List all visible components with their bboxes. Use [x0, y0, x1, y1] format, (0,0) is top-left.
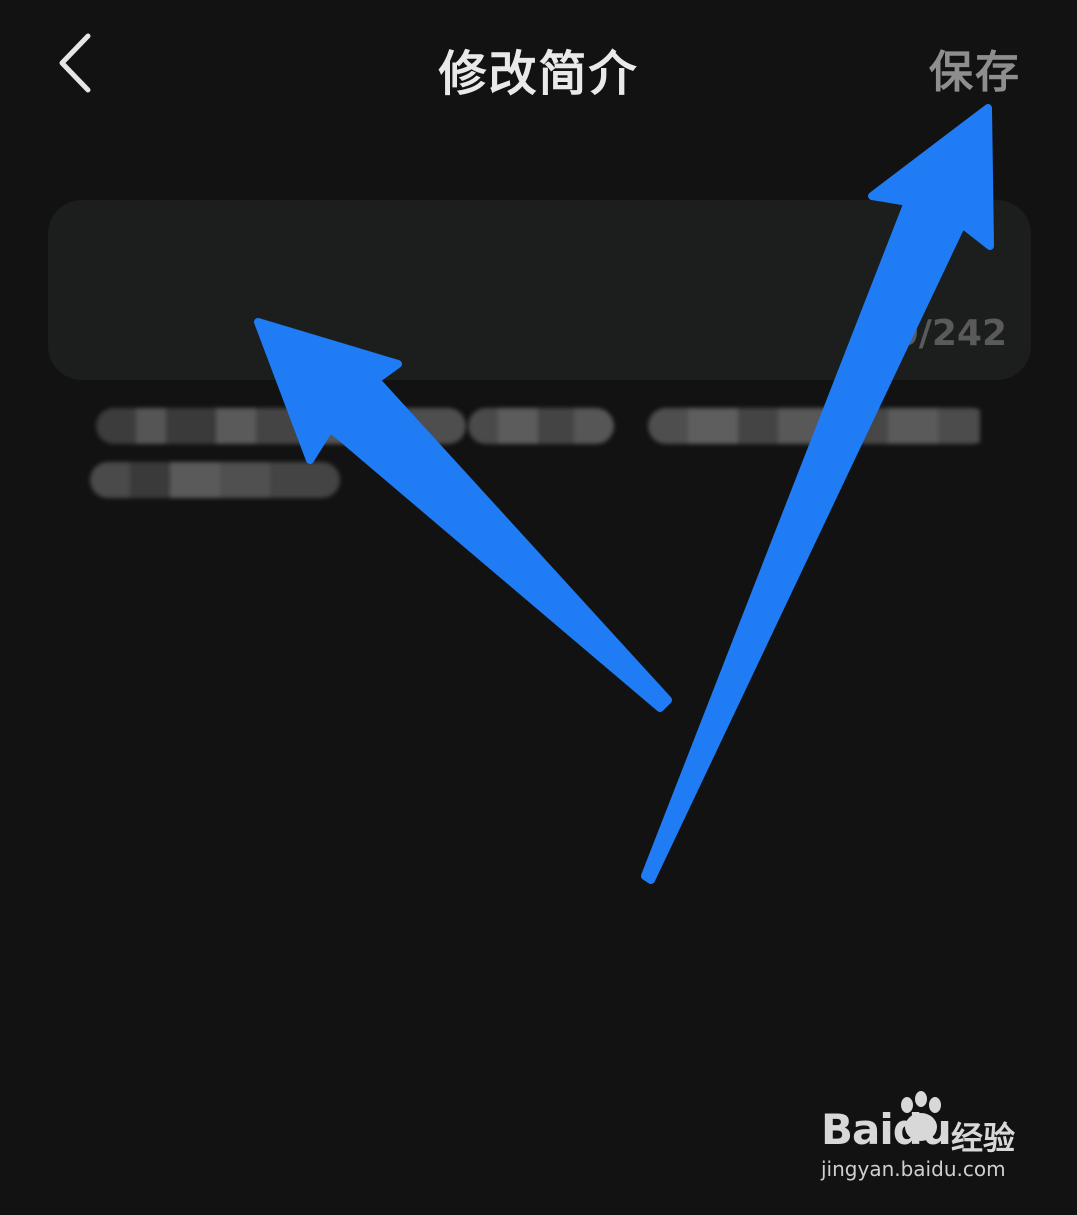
annotation-arrows [254, 104, 994, 884]
watermark-suffix: 经验 [951, 1119, 1016, 1157]
page-title: 修改简介 [438, 46, 639, 102]
blurred-text-segment [468, 408, 614, 444]
baidu-watermark: Baidu 经验 jingyan.baidu.com [821, 1091, 1021, 1191]
save-button[interactable]: 保存 [929, 36, 1021, 100]
blurred-text-segment [90, 462, 340, 498]
char-counter: 0/242 [893, 313, 1007, 354]
top-bar: 修改简介 保存 [0, 0, 1077, 130]
intro-textarea[interactable] [78, 224, 1001, 318]
watermark-url: jingyan.baidu.com [821, 1157, 1006, 1181]
blurred-text-segment [96, 408, 466, 444]
intro-input-box[interactable]: 0/242 [48, 200, 1031, 380]
blurred-text-segment [648, 408, 990, 444]
watermark-brand: Baidu [821, 1105, 952, 1154]
